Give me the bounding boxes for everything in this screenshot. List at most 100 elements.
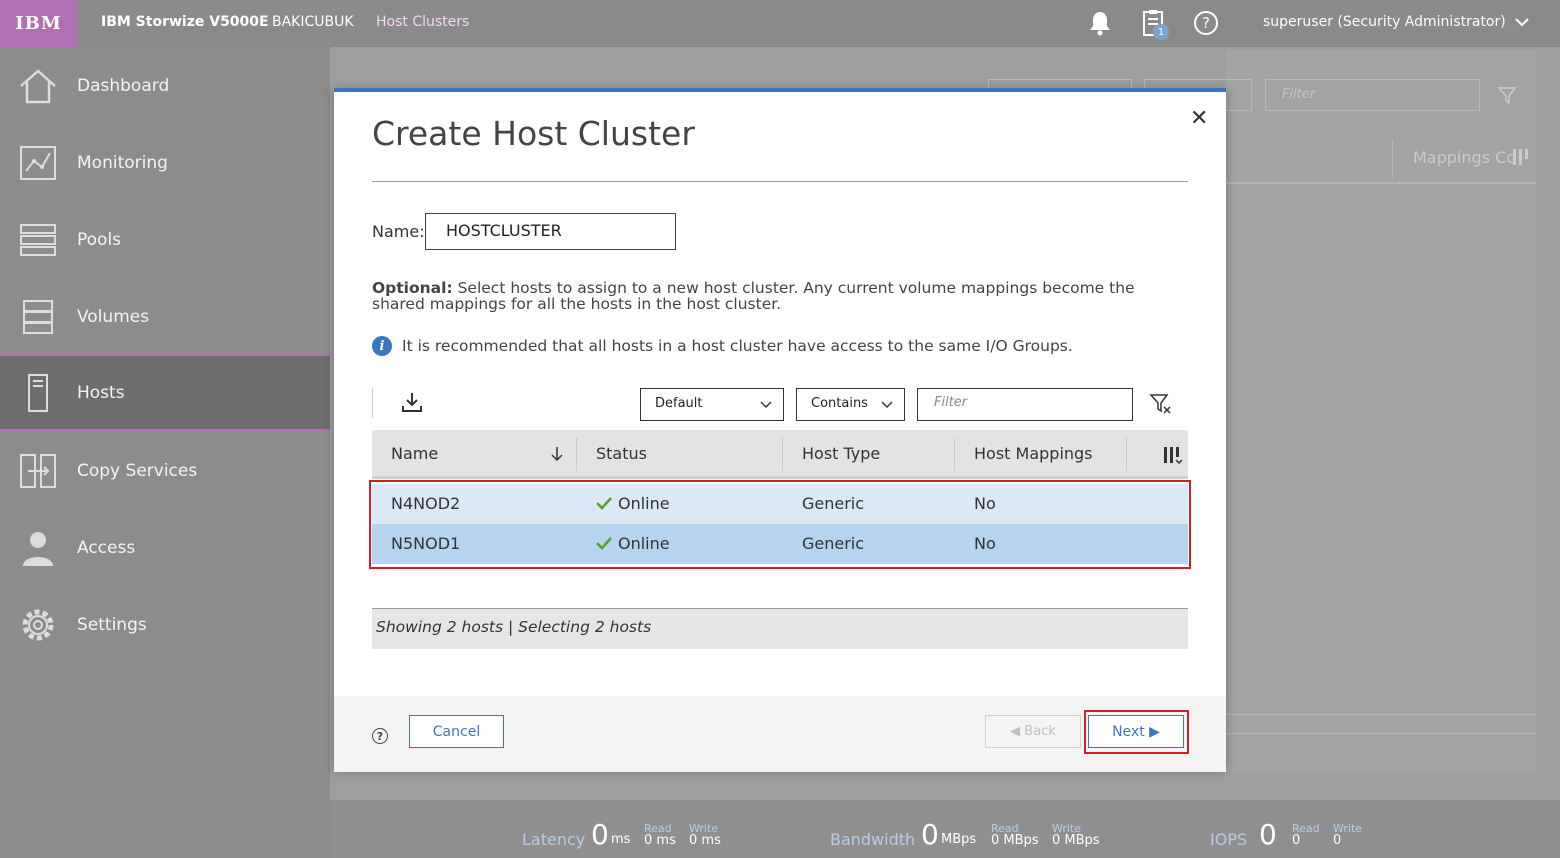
back-button[interactable]: ◀ Back: [985, 715, 1081, 748]
sidebar: Dashboard Monitoring Pools Volumes Hosts…: [0, 47, 330, 858]
iops-value: 0: [1259, 818, 1277, 851]
optional-text: Select hosts to assign to a new host clu…: [372, 279, 1135, 313]
product-name: IBM Storwize V5000E: [101, 14, 269, 30]
close-icon[interactable]: ✕: [1190, 106, 1208, 131]
latency-label: Latency: [522, 830, 586, 849]
sidebar-item-monitoring[interactable]: Monitoring: [0, 124, 330, 201]
host-type: Generic: [802, 534, 865, 553]
bell-icon[interactable]: [1085, 8, 1115, 38]
view-select[interactable]: Default: [640, 388, 784, 421]
column-divider: [576, 438, 577, 471]
name-label: Name:: [372, 222, 425, 241]
sort-arrow-down-icon[interactable]: [550, 445, 564, 463]
match-select[interactable]: Contains: [796, 388, 905, 421]
checkmark-icon: [596, 537, 612, 550]
notification-badge: 1: [1153, 24, 1169, 40]
sidebar-item-pools[interactable]: Pools: [0, 201, 330, 278]
monitoring-icon: [18, 143, 58, 183]
column-divider: [1392, 140, 1393, 178]
ibm-logo[interactable]: IBM: [0, 0, 77, 47]
hosts-table-header: Name Status Host Type Host Mappings: [372, 430, 1188, 479]
columns-icon[interactable]: [1162, 444, 1184, 466]
view-select-value: Default: [655, 396, 703, 411]
help-icon[interactable]: ?: [372, 728, 388, 744]
access-icon: [18, 528, 58, 568]
svg-text:?: ?: [1202, 14, 1210, 32]
volumes-icon: [18, 297, 58, 337]
iops-write-value: 0: [1333, 833, 1342, 848]
create-host-cluster-dialog: ✕ Create Host Cluster Name: HOSTCLUSTER …: [334, 88, 1226, 772]
sidebar-item-volumes[interactable]: Volumes: [0, 278, 330, 355]
performance-stats-bar: Latency 0 ms Read 0 ms Write 0 ms Bandwi…: [330, 800, 1560, 858]
sidebar-item-copy-services[interactable]: Copy Services: [0, 432, 330, 509]
copy-services-icon: [18, 451, 58, 491]
table-row[interactable]: N5NOD1 Online Generic No: [372, 524, 1188, 564]
column-header-status[interactable]: Status: [596, 444, 647, 463]
checkmark-icon: [596, 497, 612, 510]
info-text: It is recommended that all hosts in a ho…: [402, 337, 1073, 355]
column-header-host-mappings[interactable]: Host Mappings: [974, 444, 1093, 463]
columns-icon: [1513, 149, 1528, 165]
match-select-value: Contains: [811, 396, 868, 411]
sidebar-item-label: Dashboard: [77, 75, 170, 96]
gear-icon: [18, 605, 58, 645]
cluster-name-input[interactable]: HOSTCLUSTER: [425, 213, 676, 250]
background-mappings-column: Mappings Cc: [1413, 148, 1516, 167]
sidebar-item-settings[interactable]: Settings: [0, 586, 330, 663]
column-header-name[interactable]: Name: [391, 444, 438, 463]
hosts-icon: [18, 373, 58, 413]
breadcrumb-current-page[interactable]: Host Clusters: [376, 14, 469, 30]
top-bar: IBM IBM Storwize V5000E BAKICUBUK Host C…: [0, 0, 1560, 47]
dialog-title: Create Host Cluster: [372, 114, 695, 153]
next-button[interactable]: Next ▶: [1088, 715, 1184, 748]
column-divider: [782, 438, 783, 471]
help-icon[interactable]: ?: [1191, 8, 1221, 38]
toolbar-divider: [372, 388, 373, 418]
host-mappings: No: [974, 534, 996, 553]
sidebar-item-dashboard[interactable]: Dashboard: [0, 47, 330, 124]
chevron-down-icon: [760, 401, 772, 409]
user-menu[interactable]: superuser (Security Administrator): [1263, 14, 1506, 30]
latency-value: 0: [591, 818, 609, 851]
chevron-down-icon[interactable]: [1512, 12, 1532, 32]
filter-icon[interactable]: [1149, 392, 1171, 414]
sidebar-item-hosts[interactable]: Hosts: [0, 354, 330, 431]
latency-read-value: 0 ms: [644, 833, 676, 848]
pools-icon: [18, 220, 58, 260]
iops-label: IOPS: [1210, 830, 1248, 849]
host-mappings: No: [974, 494, 996, 513]
host-name: N5NOD1: [391, 534, 461, 553]
dialog-footer: ? Cancel ◀ Back Next ▶: [334, 696, 1226, 772]
home-icon: [18, 66, 58, 106]
info-message: i It is recommended that all hosts in a …: [372, 336, 1073, 356]
sidebar-item-access[interactable]: Access: [0, 509, 330, 586]
system-name[interactable]: BAKICUBUK: [272, 14, 354, 30]
latency-unit: ms: [611, 832, 631, 847]
sidebar-item-label: Access: [77, 537, 136, 558]
bandwidth-label: Bandwidth: [830, 830, 916, 849]
bandwidth-value: 0: [921, 818, 939, 851]
host-status: Online: [596, 494, 670, 513]
column-header-host-type[interactable]: Host Type: [802, 444, 880, 463]
bandwidth-unit: MBps: [941, 832, 977, 847]
host-name: N4NOD2: [391, 494, 461, 513]
background-scrollbar: [1226, 714, 1536, 734]
filter-input[interactable]: Filter: [917, 388, 1133, 421]
title-divider: [372, 181, 1188, 182]
info-icon: i: [372, 336, 392, 356]
sidebar-item-label: Hosts: [77, 382, 125, 403]
column-divider: [954, 438, 955, 471]
sidebar-item-label: Settings: [77, 614, 147, 635]
table-row[interactable]: N4NOD2 Online Generic No: [372, 484, 1188, 524]
download-icon[interactable]: [400, 390, 424, 414]
host-type: Generic: [802, 494, 865, 513]
latency-write-value: 0 ms: [689, 833, 721, 848]
background-filter-input: Filter: [1265, 79, 1480, 111]
host-status-text: Online: [618, 534, 670, 553]
sidebar-item-label: Pools: [77, 229, 122, 250]
cancel-button[interactable]: Cancel: [409, 715, 504, 748]
host-status-text: Online: [618, 494, 670, 513]
host-status: Online: [596, 534, 670, 553]
filter-icon: [1497, 87, 1517, 105]
bandwidth-write-value: 0 MBps: [1052, 833, 1100, 848]
